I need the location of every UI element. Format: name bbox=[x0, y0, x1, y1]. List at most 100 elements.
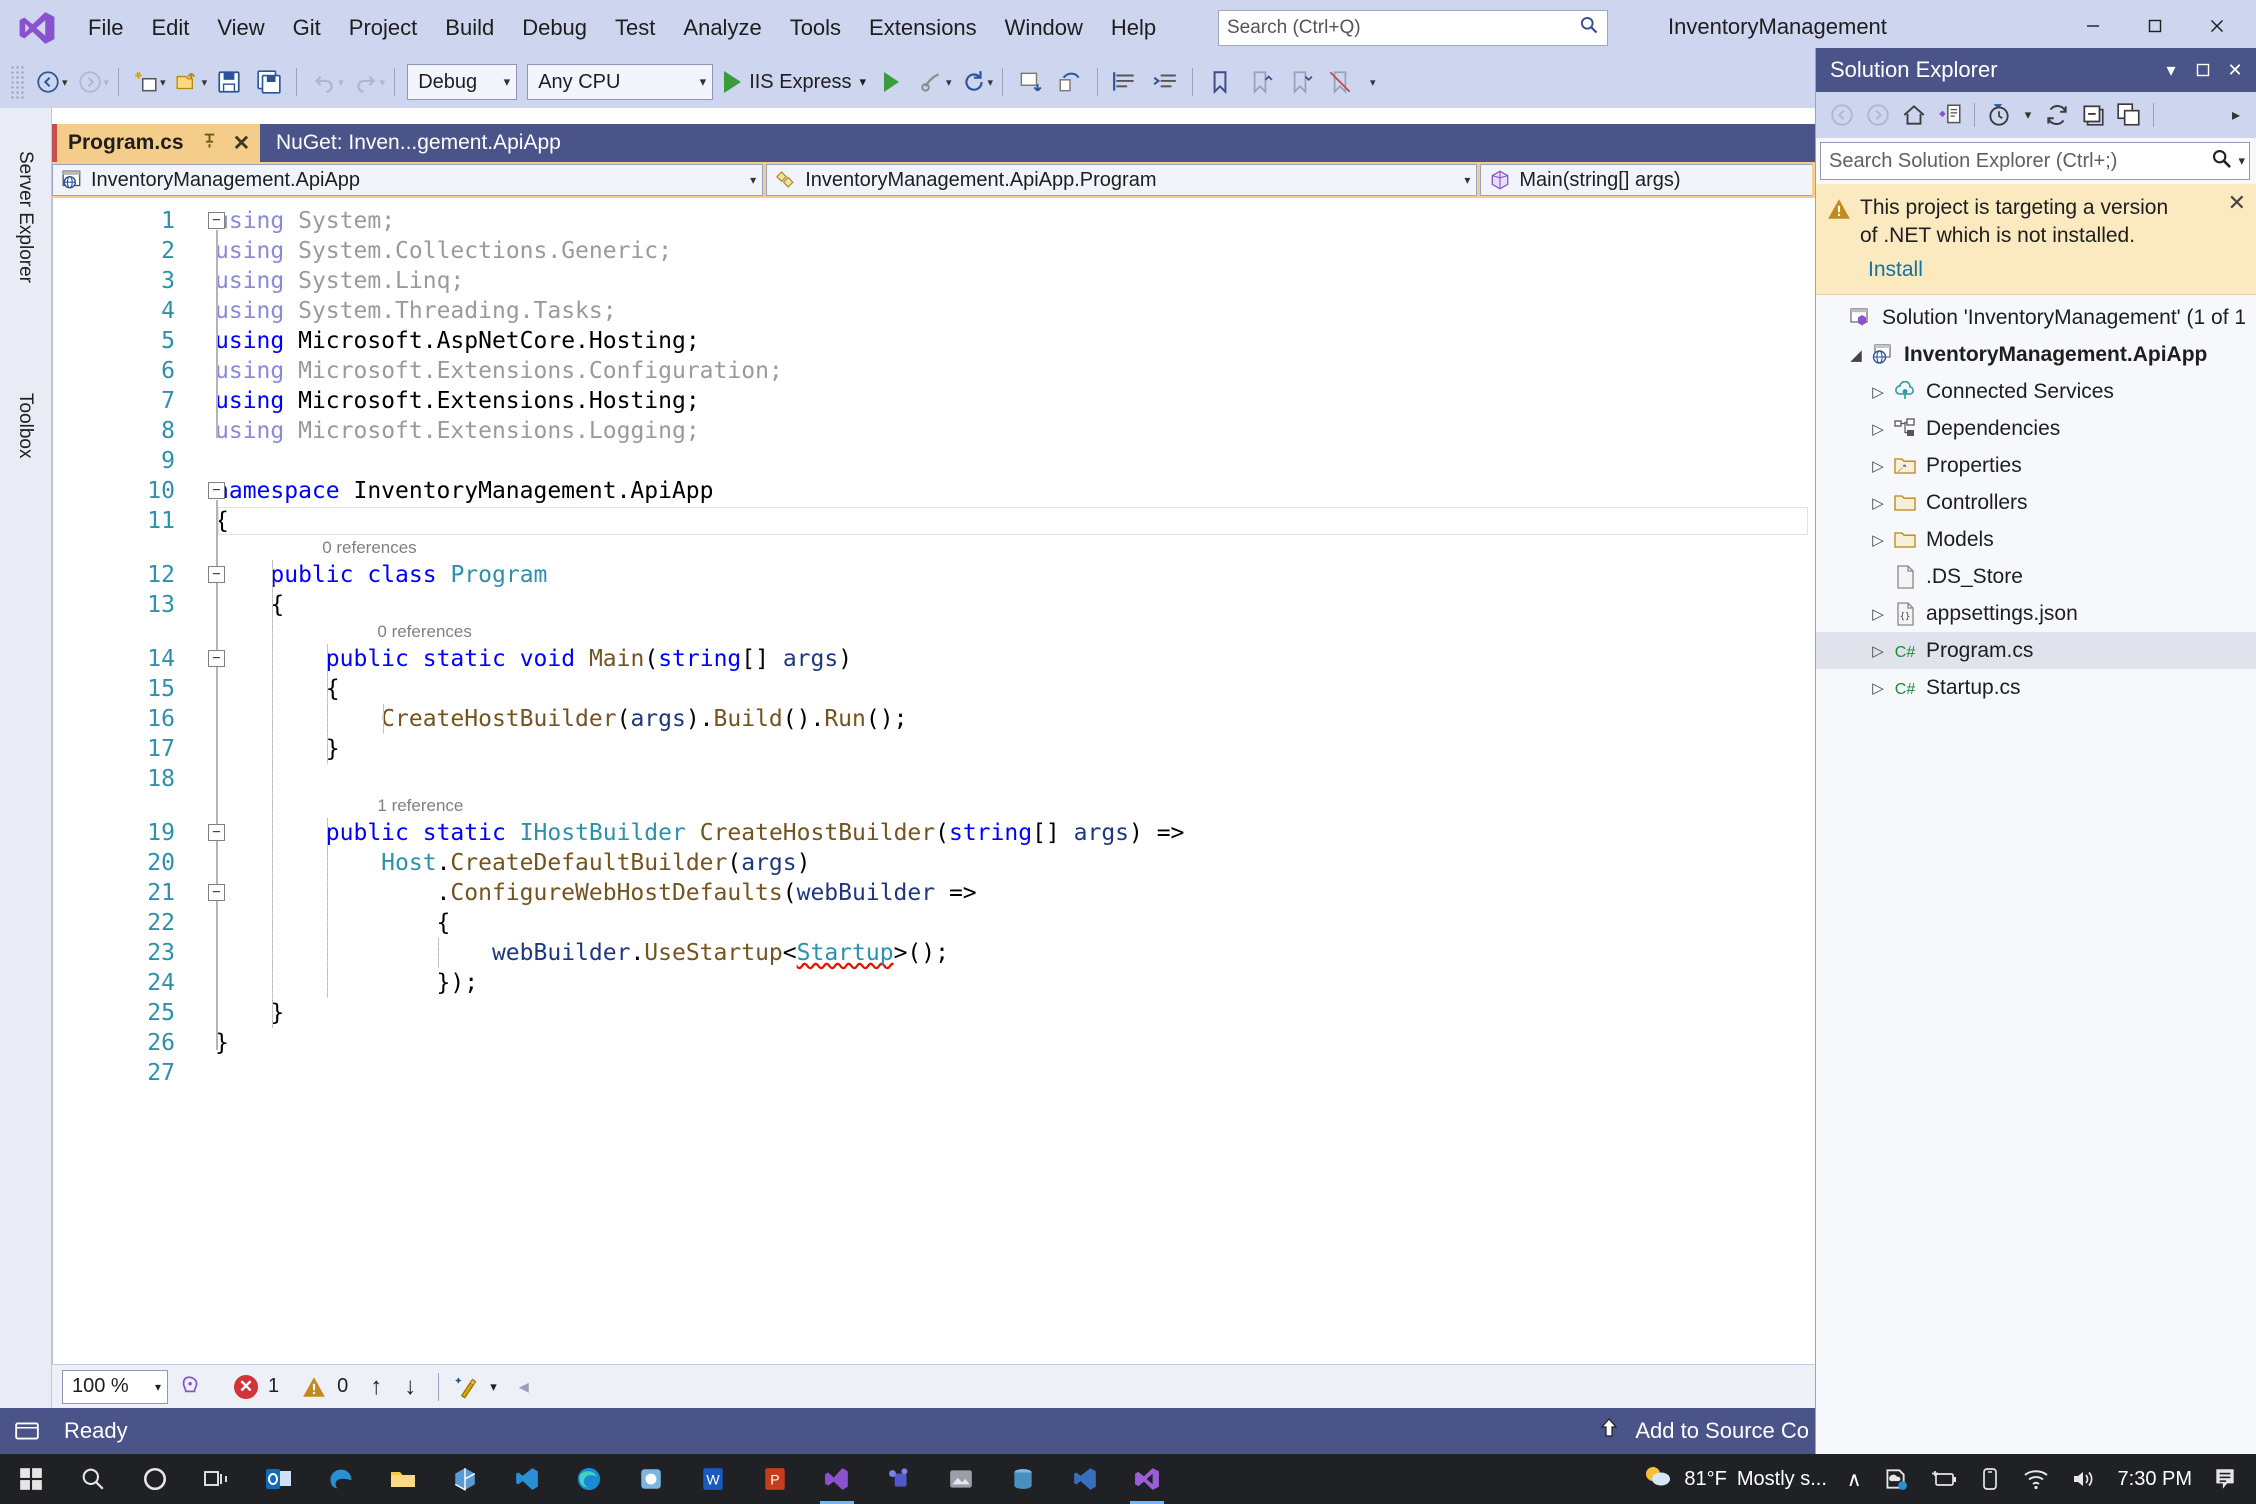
install-dotnet-link[interactable]: Install bbox=[1868, 258, 1923, 282]
photos-icon[interactable] bbox=[930, 1454, 992, 1504]
tab-nuget[interactable]: NuGet: Inven...gement.ApiApp bbox=[260, 124, 573, 162]
global-search-input[interactable]: Search (Ctrl+Q) bbox=[1218, 10, 1608, 46]
add-to-source-control-button[interactable]: Add to Source Co bbox=[1597, 1416, 1815, 1447]
refresh-icon[interactable] bbox=[954, 62, 994, 102]
tab-program-cs[interactable]: Program.cs ✕ bbox=[52, 124, 263, 162]
code-lens-reference-count[interactable]: 0 references bbox=[377, 622, 472, 642]
code-line[interactable]: 26} bbox=[53, 1028, 1815, 1058]
code-line[interactable]: 1 using System; bbox=[53, 206, 1815, 236]
navigate-forward-icon[interactable] bbox=[70, 62, 110, 102]
menu-item-view[interactable]: View bbox=[203, 9, 278, 47]
chevron-down-icon[interactable]: ◢ bbox=[1844, 346, 1868, 364]
home-icon[interactable] bbox=[1896, 97, 1932, 133]
type-scope-combo[interactable]: InventoryManagement.ApiApp.Program ▾ bbox=[766, 164, 1478, 196]
sidebar-item-toolbox[interactable]: Toolbox bbox=[2, 358, 48, 493]
file-explorer-icon[interactable] bbox=[372, 1454, 434, 1504]
edge-icon[interactable] bbox=[558, 1454, 620, 1504]
app2-icon[interactable] bbox=[620, 1454, 682, 1504]
close-button[interactable] bbox=[2186, 4, 2248, 48]
tree-item-program-cs[interactable]: ▷ C# Program.cs bbox=[1816, 632, 2256, 670]
previous-issue-button[interactable]: ↑ bbox=[370, 1373, 382, 1401]
code-line[interactable]: 9 bbox=[53, 446, 1815, 476]
show-hidden-icons-button[interactable]: ∧ bbox=[1837, 1454, 1872, 1504]
menu-item-edit[interactable]: Edit bbox=[137, 9, 203, 47]
comment-selection-icon[interactable] bbox=[1105, 62, 1145, 102]
code-line[interactable]: 24 }); bbox=[53, 968, 1815, 998]
search-filter-dropdown-icon[interactable]: ▾ bbox=[2232, 153, 2245, 169]
tree-item-ds-store[interactable]: .DS_Store bbox=[1816, 558, 2256, 595]
code-line[interactable]: 25 } bbox=[53, 998, 1815, 1028]
save-icon[interactable] bbox=[209, 62, 249, 102]
back-icon[interactable] bbox=[1824, 97, 1860, 133]
menu-item-git[interactable]: Git bbox=[279, 9, 335, 47]
zoom-level-combo[interactable]: 100 % ▾ bbox=[62, 1369, 168, 1404]
search-icon[interactable] bbox=[62, 1454, 124, 1504]
outlook-icon[interactable] bbox=[248, 1454, 310, 1504]
code-editor[interactable]: 1 using System; 2 using System.Collections.… bbox=[52, 198, 1815, 1364]
sql-server-icon[interactable] bbox=[992, 1454, 1054, 1504]
tree-item-appsettings-json[interactable]: ▷ {} appsettings.json bbox=[1816, 595, 2256, 632]
code-line[interactable]: 5 using Microsoft.AspNetCore.Hosting; bbox=[53, 326, 1815, 356]
code-line[interactable]: 16 CreateHostBuilder(args).Build().Run()… bbox=[53, 704, 1815, 734]
code-line[interactable]: 19 public static IHostBuilder CreateHost… bbox=[53, 818, 1815, 848]
sync-with-active-document-icon[interactable] bbox=[1932, 97, 1968, 133]
menu-item-project[interactable]: Project bbox=[335, 9, 431, 47]
chevron-right-icon[interactable]: ▷ bbox=[1866, 605, 1890, 623]
code-line[interactable]: 13 { bbox=[53, 590, 1815, 620]
toolbar-overflow-icon[interactable]: ▾ bbox=[1370, 76, 1376, 89]
previous-bookmark-icon[interactable] bbox=[1240, 62, 1280, 102]
toolbar-grip[interactable] bbox=[10, 65, 24, 99]
solution-explorer-search-input[interactable]: Search Solution Explorer (Ctrl+;) ▾ bbox=[1820, 142, 2250, 180]
visual-studio-icon[interactable] bbox=[1116, 1454, 1178, 1504]
code-line[interactable]: 21 .ConfigureWebHostDefaults(webBuilder … bbox=[53, 878, 1815, 908]
code-line[interactable]: 27 bbox=[53, 1058, 1815, 1088]
menu-item-window[interactable]: Window bbox=[991, 9, 1097, 47]
horizontal-scroll-left-button[interactable]: ◂ bbox=[519, 1374, 529, 1399]
step-over-icon[interactable] bbox=[1050, 62, 1090, 102]
warning-count-indicator[interactable]: 0 bbox=[301, 1375, 348, 1399]
code-line[interactable]: 17 } bbox=[53, 734, 1815, 764]
menu-item-tools[interactable]: Tools bbox=[776, 9, 855, 47]
collapse-region-icon[interactable]: − bbox=[208, 650, 225, 667]
panel-menu-icon[interactable]: ▾ bbox=[2156, 55, 2186, 85]
minimize-button[interactable] bbox=[2062, 4, 2124, 48]
edge-legacy-icon[interactable] bbox=[310, 1454, 372, 1504]
azure-data-studio-icon[interactable] bbox=[1054, 1454, 1116, 1504]
menu-item-file[interactable]: File bbox=[74, 9, 137, 47]
solution-configuration-combo[interactable]: Debug ▾ bbox=[407, 64, 518, 100]
solution-platform-combo[interactable]: Any CPU ▾ bbox=[527, 64, 714, 100]
clock[interactable]: 7:30 PM bbox=[2108, 1454, 2202, 1504]
close-tab-icon[interactable]: ✕ bbox=[233, 131, 251, 156]
visual-studio-installer-icon[interactable] bbox=[806, 1454, 868, 1504]
code-line[interactable]: 20 Host.CreateDefaultBuilder(args) bbox=[53, 848, 1815, 878]
code-line[interactable]: 18 bbox=[53, 764, 1815, 794]
maximize-button[interactable] bbox=[2124, 4, 2186, 48]
code-line[interactable]: 4 using System.Threading.Tasks; bbox=[53, 296, 1815, 326]
project-scope-combo[interactable]: InventoryManagement.ApiApp ▾ bbox=[52, 164, 764, 196]
menu-item-build[interactable]: Build bbox=[431, 9, 508, 47]
show-all-files-icon[interactable] bbox=[2111, 97, 2147, 133]
dismiss-notice-icon[interactable]: ✕ bbox=[2228, 190, 2246, 216]
volume-icon[interactable] bbox=[2060, 1454, 2108, 1504]
tree-item-properties[interactable]: ▷ Properties bbox=[1816, 447, 2256, 484]
collapse-region-icon[interactable]: − bbox=[208, 566, 225, 583]
intellicode-button[interactable] bbox=[176, 1374, 212, 1400]
battery-icon[interactable] bbox=[1918, 1454, 1968, 1504]
code-line[interactable]: 10 namespace InventoryManagement.ApiApp bbox=[53, 476, 1815, 506]
pin-tab-icon[interactable] bbox=[200, 131, 219, 156]
code-lens-reference-count[interactable]: 1 reference bbox=[377, 796, 463, 816]
tree-item-models[interactable]: ▷ Models bbox=[1816, 521, 2256, 558]
chevron-right-icon[interactable]: ▷ bbox=[1866, 494, 1890, 512]
wifi-icon[interactable] bbox=[2012, 1454, 2060, 1504]
tree-item-connected-services[interactable]: ▷ Connected Services bbox=[1816, 373, 2256, 410]
tree-item-inventorymanagement-apiapp[interactable]: ◢ InventoryManagement.ApiApp bbox=[1816, 336, 2256, 373]
next-bookmark-icon[interactable] bbox=[1280, 62, 1320, 102]
new-project-icon[interactable] bbox=[126, 62, 166, 102]
tree-item-solution-inventorymanagement-1-of-1[interactable]: Solution 'InventoryManagement' (1 of 1 bbox=[1816, 299, 2256, 336]
windows-start-icon[interactable] bbox=[0, 1454, 62, 1504]
code-line[interactable]: 23 webBuilder.UseStartup<Startup>(); bbox=[53, 938, 1815, 968]
notifications-icon[interactable] bbox=[2202, 1454, 2248, 1504]
tree-item-startup-cs[interactable]: ▷ C# Startup.cs bbox=[1816, 669, 2256, 706]
member-scope-combo[interactable]: Main(string[] args) bbox=[1480, 164, 1812, 196]
panel-maximize-icon[interactable] bbox=[2188, 55, 2218, 85]
